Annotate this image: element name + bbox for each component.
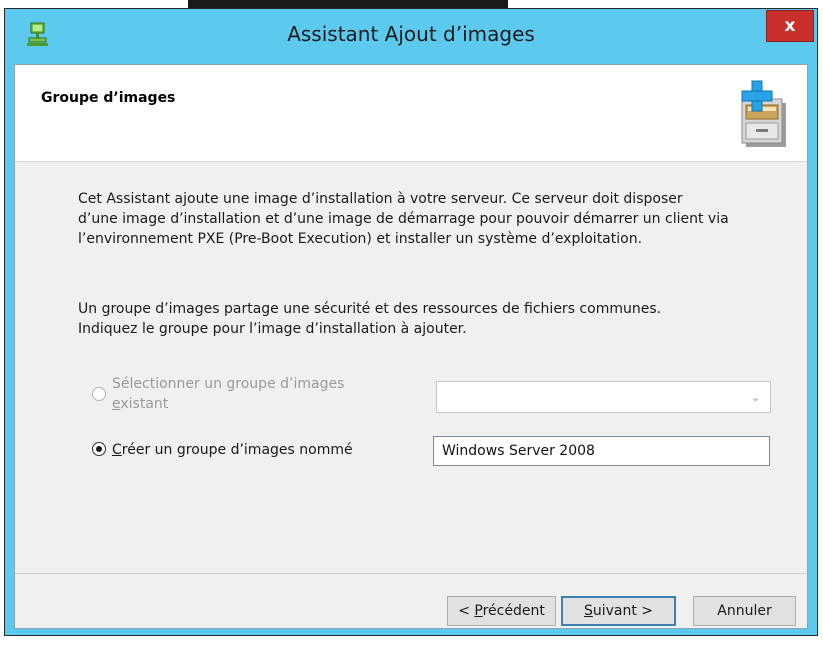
group-description-line: Indiquez le groupe pour l’image d’instal… bbox=[78, 321, 467, 337]
background-window-edge bbox=[188, 0, 508, 8]
page-title: Groupe d’images bbox=[41, 90, 176, 106]
cancel-button[interactable]: Annuler bbox=[693, 596, 796, 626]
intro-line: Cet Assistant ajoute une image d’install… bbox=[78, 191, 683, 207]
window-title: Assistant Ajout d’images bbox=[287, 22, 535, 46]
chevron-down-icon: ⌄ bbox=[750, 391, 760, 404]
group-description-line: Un groupe d’images partage une sécurité … bbox=[78, 301, 662, 317]
wizard-header: Groupe d’images bbox=[15, 65, 807, 162]
accelerator-key: C bbox=[112, 442, 122, 458]
next-button[interactable]: Suivant > bbox=[561, 596, 676, 626]
footer-divider bbox=[15, 573, 807, 574]
button-text: < bbox=[458, 603, 475, 619]
label-text: réer un groupe d’images nommé bbox=[121, 442, 353, 458]
previous-button[interactable]: < Précédent bbox=[447, 596, 556, 626]
accelerator-key: P bbox=[474, 603, 483, 619]
group-description: Un groupe d’images partage une sécurité … bbox=[78, 299, 798, 339]
existing-group-radio[interactable] bbox=[92, 387, 106, 401]
existing-group-label-line2: existant bbox=[112, 394, 412, 414]
label-text: xistant bbox=[120, 396, 169, 412]
intro-text: Cet Assistant ajoute une image d’install… bbox=[78, 189, 798, 249]
button-text: uivant > bbox=[592, 603, 654, 619]
image-cabinet-add-icon bbox=[741, 80, 786, 147]
accelerator-key: S bbox=[583, 603, 593, 619]
intro-line: l’environnement PXE (Pre-Boot Execution)… bbox=[78, 231, 643, 247]
group-name-input[interactable] bbox=[433, 436, 770, 466]
wizard-client-area: Groupe d’images Cet Assistant ajoute une… bbox=[14, 64, 808, 629]
background-strip bbox=[0, 636, 823, 650]
existing-group-label: Sélectionner un groupe d’images existant bbox=[112, 374, 412, 414]
button-text: récédent bbox=[482, 603, 545, 619]
title-bar[interactable]: Assistant Ajout d’images x bbox=[5, 9, 817, 64]
close-button[interactable]: x bbox=[766, 10, 814, 42]
intro-line: d’une image d’installation et d’une imag… bbox=[78, 211, 729, 227]
existing-group-dropdown[interactable]: ⌄ bbox=[436, 381, 771, 413]
existing-group-label-line1: Sélectionner un groupe d’images bbox=[112, 376, 345, 392]
create-group-label: Créer un groupe d’images nommé bbox=[112, 440, 353, 460]
create-group-radio[interactable] bbox=[92, 442, 106, 456]
wizard-window: Assistant Ajout d’images x Groupe d’imag… bbox=[4, 8, 818, 636]
